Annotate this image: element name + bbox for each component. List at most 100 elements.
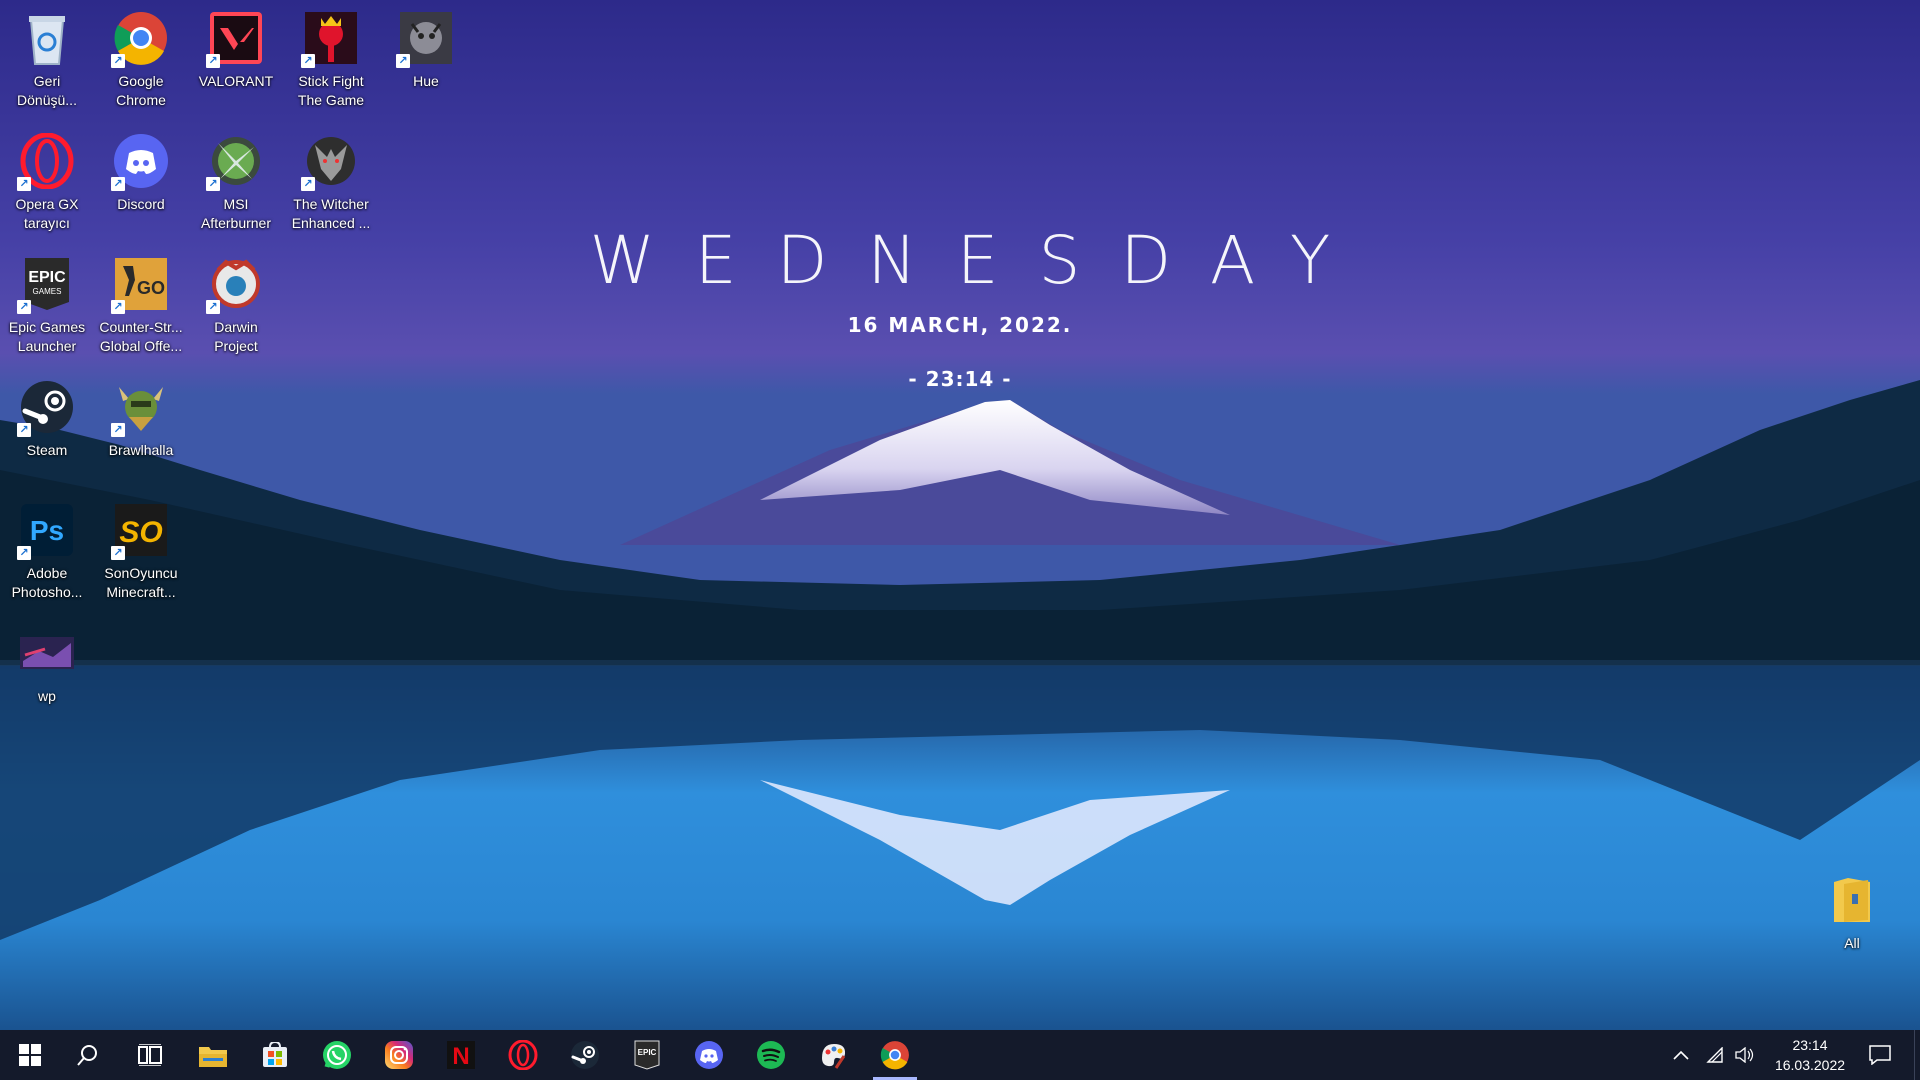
tray-show-hidden-icons[interactable] <box>1666 1030 1696 1080</box>
taskbar-steam[interactable] <box>559 1030 611 1080</box>
show-desktop-button[interactable] <box>1914 1030 1920 1080</box>
desktop-icon-label: Google Chrome <box>116 73 166 108</box>
taskbar: N EPIC 23:14 16.03.2022 <box>0 1030 1920 1080</box>
taskbar-start-button[interactable] <box>4 1030 56 1080</box>
tray-clock[interactable]: 23:14 16.03.2022 <box>1758 1030 1862 1080</box>
hue-icon: ↗ <box>396 8 456 68</box>
taskbar-discord[interactable] <box>683 1030 735 1080</box>
desktop-icon-steam[interactable]: ↗ Steam <box>2 371 92 489</box>
windows-start-icon <box>19 1044 41 1066</box>
taskbar-instagram[interactable] <box>373 1030 425 1080</box>
wifi-icon <box>1706 1047 1723 1063</box>
steam-icon <box>571 1041 599 1069</box>
sonoyuncu-icon: SO ↗ <box>111 500 171 560</box>
taskbar-whatsapp[interactable] <box>311 1030 363 1080</box>
file-explorer-icon <box>199 1047 227 1067</box>
desktop-icon-label: The Witcher Enhanced ... <box>291 196 371 231</box>
desktop-icon-google-chrome[interactable]: ↗ Google Chrome <box>96 2 186 120</box>
tray-date: 16.03.2022 <box>1774 1057 1846 1073</box>
photoshop-icon: Ps ↗ <box>17 500 77 560</box>
taskbar-opera-gx[interactable] <box>497 1030 549 1080</box>
desktop-icon-csgo[interactable]: GO ↗ Counter-Str... Global Offe... <box>96 248 186 366</box>
shortcut-arrow-icon: ↗ <box>111 54 125 68</box>
desktop-icon-wp[interactable]: wp <box>2 617 92 735</box>
ps-glyph: Ps <box>30 515 64 546</box>
epic-taskbar-glyph: EPIC <box>638 1048 657 1057</box>
taskbar-chrome[interactable] <box>869 1030 921 1080</box>
epic-games-icon: EPIC <box>634 1040 660 1070</box>
search-icon <box>77 1045 97 1066</box>
notification-icon <box>1869 1045 1891 1065</box>
netflix-glyph: N <box>452 1043 469 1069</box>
desktop-icon-valorant[interactable]: ↗ VALORANT <box>191 2 281 120</box>
shortcut-arrow-icon: ↗ <box>301 54 315 68</box>
desktop-icon-all-folder[interactable]: All <box>1807 864 1897 982</box>
taskbar-search-button[interactable] <box>62 1030 114 1080</box>
desktop-icon-label: Brawlhalla <box>108 442 174 458</box>
tray-volume[interactable] <box>1730 1030 1760 1080</box>
desktop-icon-label: MSI Afterburner <box>200 196 272 231</box>
taskbar-task-view-button[interactable] <box>124 1030 176 1080</box>
witcher-icon: ↗ <box>301 131 361 191</box>
discord-icon <box>695 1041 723 1069</box>
desktop-icon-sonoyuncu[interactable]: SO ↗ SonOyuncu Minecraft... <box>96 494 186 612</box>
desktop-icon-label: Steam <box>26 442 68 458</box>
valorant-icon: ↗ <box>206 8 266 68</box>
desktop[interactable]: WEDNESDAY 16 MARCH, 2022. - 23:14 - Geri… <box>0 0 1920 1030</box>
desktop-icon-msi-afterburner[interactable]: ↗ MSI Afterburner <box>191 125 281 243</box>
desktop-icon-label: SonOyuncu Minecraft... <box>104 565 178 600</box>
epic-glyph: EPIC <box>28 269 66 286</box>
tray-time: 23:14 <box>1792 1037 1828 1053</box>
paint-icon <box>822 1044 846 1069</box>
desktop-icon-label: All <box>1844 935 1860 951</box>
desktop-icon-discord[interactable]: ↗ Discord <box>96 125 186 243</box>
discord-icon: ↗ <box>111 131 171 191</box>
tray-action-center[interactable] <box>1856 1030 1904 1080</box>
desktop-icon-darwin-project[interactable]: ↗ Darwin Project <box>191 248 281 366</box>
taskbar-microsoft-store[interactable] <box>249 1030 301 1080</box>
desktop-icon-label: wp <box>38 688 56 704</box>
desktop-icon-label: Epic Games Launcher <box>8 319 86 354</box>
desktop-icon-witcher[interactable]: ↗ The Witcher Enhanced ... <box>286 125 376 243</box>
chevron-up-icon <box>1673 1050 1689 1060</box>
opera-gx-icon: ↗ <box>17 131 77 191</box>
desktop-icon-recycle-bin[interactable]: Geri Dönüşü... <box>2 2 92 120</box>
desktop-icon-label: Opera GX tarayıcı <box>15 196 79 231</box>
taskbar-netflix[interactable]: N <box>435 1030 487 1080</box>
wp-image-icon <box>17 623 77 683</box>
wallpaper-date-text: 16 MARCH, 2022. <box>847 313 1073 337</box>
steam-icon: ↗ <box>17 377 77 437</box>
desktop-icon-hue[interactable]: ↗ Hue <box>381 2 471 120</box>
taskbar-paint[interactable] <box>807 1030 859 1080</box>
taskbar-epic-games[interactable]: EPIC <box>621 1030 673 1080</box>
desktop-icon-epic-games[interactable]: EPIC GAMES ↗ Epic Games Launcher <box>2 248 92 366</box>
netflix-icon: N <box>447 1041 475 1069</box>
shortcut-arrow-icon: ↗ <box>17 177 31 191</box>
desktop-icon-label: Counter-Str... Global Offe... <box>99 319 183 354</box>
desktop-icon-stick-fight[interactable]: ↗ Stick Fight The Game <box>286 2 376 120</box>
desktop-icon-label: Hue <box>413 73 439 89</box>
desktop-icon-label: Geri Dönüşü... <box>17 73 77 108</box>
shortcut-arrow-icon: ↗ <box>111 300 125 314</box>
epic-games-icon: EPIC GAMES ↗ <box>17 254 77 314</box>
shortcut-arrow-icon: ↗ <box>17 423 31 437</box>
brawlhalla-icon: ↗ <box>111 377 171 437</box>
stick-fight-icon: ↗ <box>301 8 361 68</box>
desktop-icon-label: Adobe Photosho... <box>11 565 83 600</box>
desktop-icon-label: VALORANT <box>198 73 274 89</box>
chrome-icon <box>880 1041 909 1070</box>
shortcut-arrow-icon: ↗ <box>206 54 220 68</box>
shortcut-arrow-icon: ↗ <box>206 300 220 314</box>
go-glyph: GO <box>137 278 165 298</box>
desktop-icon-opera-gx[interactable]: ↗ Opera GX tarayıcı <box>2 125 92 243</box>
taskbar-file-explorer[interactable] <box>187 1030 239 1080</box>
shortcut-arrow-icon: ↗ <box>396 54 410 68</box>
task-view-icon <box>138 1044 162 1066</box>
desktop-icon-brawlhalla[interactable]: ↗ Brawlhalla <box>96 371 186 489</box>
shortcut-arrow-icon: ↗ <box>206 177 220 191</box>
taskbar-spotify[interactable] <box>745 1030 797 1080</box>
desktop-icon-photoshop[interactable]: Ps ↗ Adobe Photosho... <box>2 494 92 612</box>
tray-network[interactable] <box>1700 1030 1730 1080</box>
desktop-icon-label: Darwin Project <box>214 319 258 354</box>
games-glyph: GAMES <box>33 287 62 296</box>
